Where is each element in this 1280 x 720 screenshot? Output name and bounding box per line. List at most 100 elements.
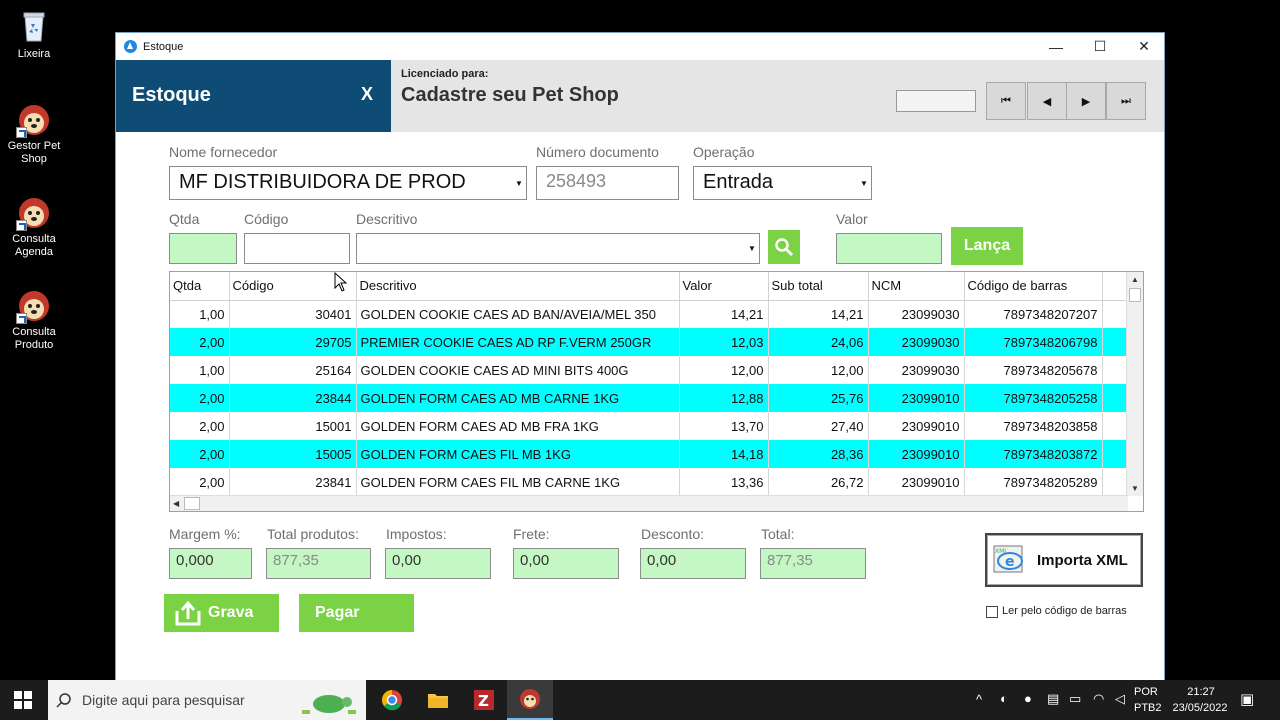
cell-qtda: 1,00 [170,300,230,328]
table-row[interactable]: 1,00 25164 GOLDEN COOKIE CAES AD MINI BI… [170,356,1129,384]
header-bar: Estoque X Licenciado para: Cadastre seu … [116,60,1164,132]
taskbar-gestor-pet-shop[interactable] [507,680,553,720]
start-button[interactable] [0,680,46,720]
cell-descritivo: GOLDEN FORM CAES AD MB CARNE 1KG [356,384,680,412]
record-nav-input[interactable] [896,90,976,112]
clock-date[interactable]: 23/05/2022 [1168,702,1232,714]
prev-record-button[interactable]: ◀ [1027,82,1067,120]
taskbar-file-explorer[interactable] [415,680,461,720]
column-header-codigo-barras[interactable]: Código de barras [964,272,1103,301]
grava-label: Grava [208,604,254,621]
table-row[interactable]: 1,00 30401 GOLDEN COOKIE CAES AD BAN/AVE… [170,300,1129,328]
maximize-button[interactable]: ☐ [1078,33,1122,60]
importa-xml-button[interactable]: e XML Importa XML [985,533,1143,587]
dog-face-icon [520,689,540,709]
tray-chevron-up-icon[interactable]: ^ [976,692,982,707]
frete-field[interactable]: 0,00 [513,548,619,579]
close-button[interactable]: ✕ [1122,33,1166,60]
desconto-field[interactable]: 0,00 [640,548,746,579]
search-placeholder: Digite aqui para pesquisar [82,692,245,708]
chevron-down-icon: ▼ [748,244,756,253]
valor-field[interactable] [836,233,942,264]
desktop-icon-consulta-agenda[interactable]: Consulta Agenda [6,193,62,259]
total-field: 877,35 [760,548,866,579]
scroll-left-icon[interactable]: ◀ [173,499,179,508]
next-record-button[interactable]: ▶ [1066,82,1106,120]
minimize-button[interactable]: — [1034,33,1078,60]
table-row[interactable]: 2,00 15005 GOLDEN FORM CAES FIL MB 1KG 1… [170,440,1129,468]
column-header-qtda[interactable]: Qtda [170,272,230,301]
grava-button[interactable]: Grava [164,594,279,632]
taskbar-chrome[interactable] [369,680,415,720]
table-row[interactable]: 2,00 15001 GOLDEN FORM CAES AD MB FRA 1K… [170,412,1129,440]
column-header-descritivo[interactable]: Descritivo [356,272,680,301]
microphone-icon[interactable]: ● [1024,691,1032,706]
last-record-button[interactable]: ⏭ [1106,82,1146,120]
cell-valor: 13,70 [679,412,769,440]
table-row[interactable]: 2,00 23841 GOLDEN FORM CAES FIL MB CARNE… [170,468,1129,496]
cell-ncm: 23099010 [868,384,965,412]
pagar-button[interactable]: Pagar [299,594,414,632]
taskbar-search-box[interactable]: Digite aqui para pesquisar [48,680,366,720]
importa-xml-label: Importa XML [1037,551,1128,569]
table-row[interactable]: 2,00 29705 PREMIER COOKIE CAES AD RP F.V… [170,328,1129,356]
wifi-icon[interactable]: ◠ [1093,691,1104,707]
vertical-scrollbar[interactable]: ▲ ▼ [1126,272,1143,496]
cell-codigo: 15001 [229,412,357,440]
cell-barras: 7897348207207 [964,300,1103,328]
taskbar-filezilla[interactable]: Z [461,680,507,720]
margem-field[interactable]: 0,000 [169,548,252,579]
items-grid[interactable]: Qtda Código Descritivo Valor Sub total N… [169,271,1144,512]
tray-app-icon[interactable]: ◐ [1000,691,1008,706]
codigo-field[interactable] [244,233,350,264]
scroll-down-icon[interactable]: ▼ [1131,484,1139,493]
scroll-up-icon[interactable]: ▲ [1131,275,1139,284]
table-row[interactable]: 2,00 23844 GOLDEN FORM CAES AD MB CARNE … [170,384,1129,412]
horizontal-scrollbar[interactable]: ◀ [170,495,1128,511]
language-indicator-bottom[interactable]: PTB2 [1134,702,1162,714]
cell-filler [1102,328,1129,356]
total-value: 877,35 [767,552,813,569]
taskbar: Digite aqui para pesquisar Z ^ ◐ ● ▤ ▭ ◠… [0,680,1280,720]
upload-icon [175,600,201,626]
barcode-checkbox[interactable] [986,606,998,618]
cell-valor: 13,36 [679,468,769,496]
language-indicator-top[interactable]: POR [1134,686,1158,698]
qtda-field[interactable] [169,233,237,264]
column-header-subtotal[interactable]: Sub total [768,272,869,301]
cell-descritivo: GOLDEN COOKIE CAES AD MINI BITS 400G [356,356,680,384]
cell-descritivo: GOLDEN FORM CAES AD MB FRA 1KG [356,412,680,440]
chrome-icon [382,690,402,711]
desktop-icon-consulta-produto[interactable]: Consulta Produto [6,286,62,352]
volume-icon[interactable]: ◁ [1115,691,1125,707]
descritivo-select[interactable]: ▼ [356,233,760,264]
chevron-down-icon: ▼ [515,178,523,188]
printer-icon[interactable]: ▤ [1047,691,1059,707]
cell-ncm: 23099010 [868,468,965,496]
cell-filler [1102,384,1129,412]
panel-close-button[interactable]: X [361,84,373,105]
notification-icon[interactable]: ▣ [1240,690,1254,708]
scroll-thumb[interactable] [1129,288,1141,302]
codigo-label: Código [244,211,289,227]
window-titlebar[interactable]: Estoque — ☐ ✕ [116,33,1164,60]
documento-field[interactable]: 258493 [536,166,679,200]
descritivo-label: Descritivo [356,211,418,227]
scroll-thumb[interactable] [184,497,200,510]
search-button[interactable] [768,230,800,264]
cell-ncm: 23099030 [868,328,965,356]
lanca-button[interactable]: Lança [951,227,1023,265]
column-header-ncm[interactable]: NCM [868,272,965,301]
fornecedor-select[interactable]: MF DISTRIBUIDORA DE PROD ▼ [169,166,527,200]
cell-codigo: 25164 [229,356,357,384]
first-record-button[interactable]: ⏮ [986,82,1026,120]
dog-face-icon [16,100,52,138]
desktop-icon-lixeira[interactable]: Lixeira [6,8,62,61]
column-header-valor[interactable]: Valor [679,272,769,301]
impostos-field[interactable]: 0,00 [385,548,491,579]
clock-time[interactable]: 21:27 [1184,686,1218,698]
desktop-icon-gestor-pet-shop[interactable]: Gestor Pet Shop [6,100,62,166]
cell-filler [1102,412,1129,440]
battery-icon[interactable]: ▭ [1069,691,1081,707]
operacao-select[interactable]: Entrada ▼ [693,166,872,200]
